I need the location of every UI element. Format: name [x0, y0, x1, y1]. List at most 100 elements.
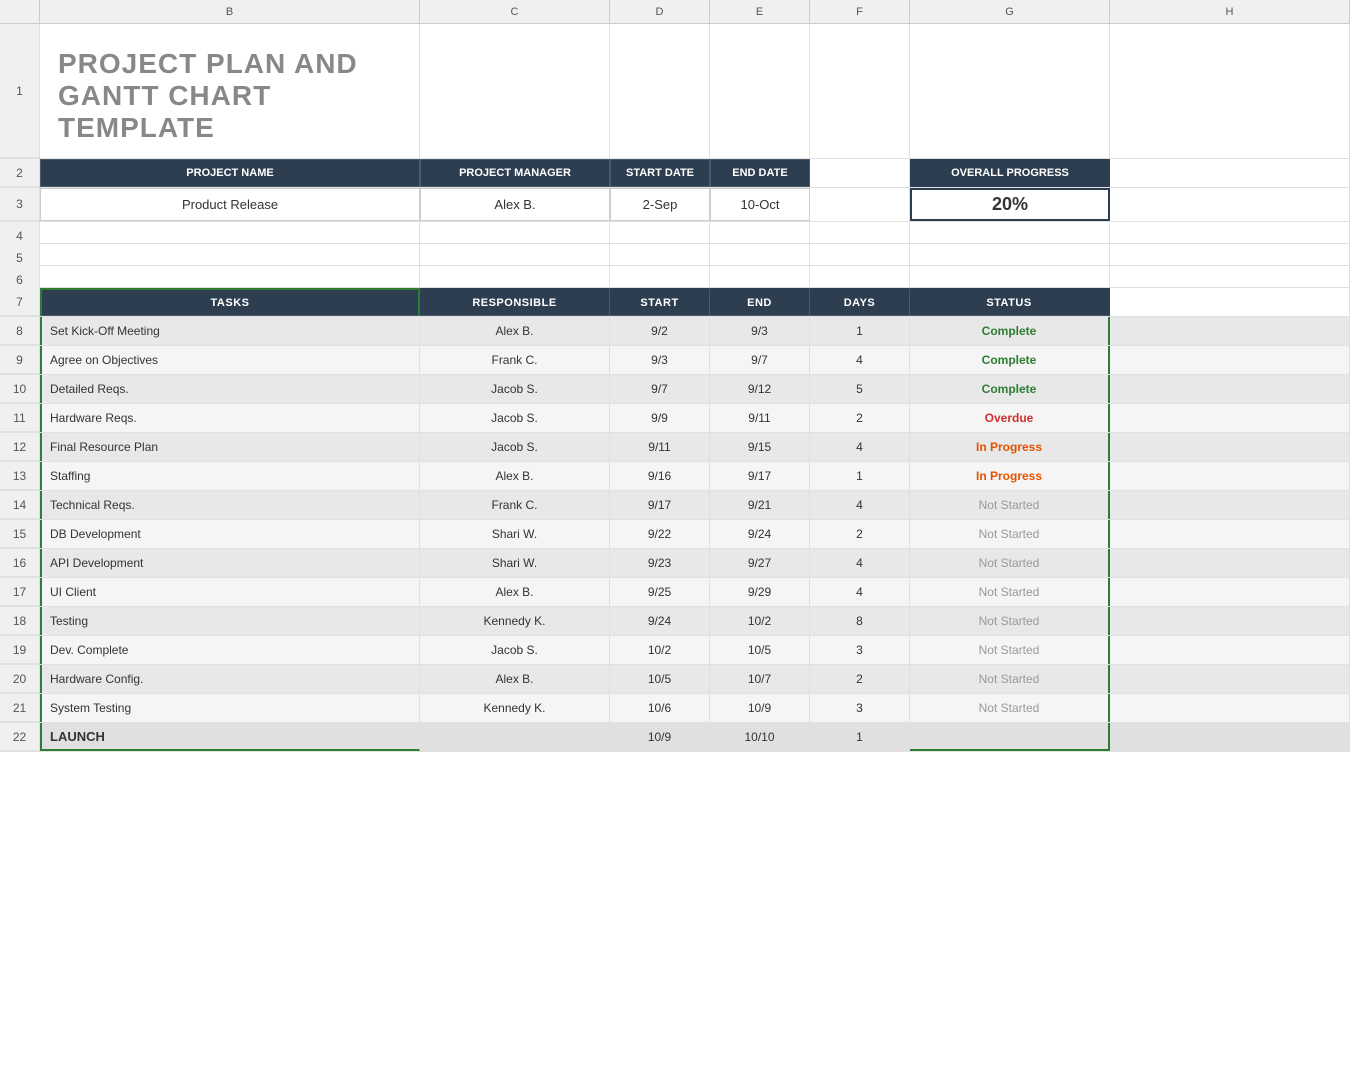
task-days-20: 2 — [810, 665, 910, 693]
task-end-9: 9/7 — [710, 346, 810, 374]
task-status-19: Not Started — [910, 636, 1110, 664]
task-status-17: Not Started — [910, 578, 1110, 606]
task-status-16: Not Started — [910, 549, 1110, 577]
info-header-progress: OVERALL PROGRESS — [910, 159, 1110, 187]
task-header-end: END — [710, 288, 810, 316]
row1-e — [710, 24, 810, 158]
info-val-manager: Alex B. — [420, 188, 610, 221]
row-num-19: 19 — [0, 636, 40, 664]
task-header-responsible: RESPONSIBLE — [420, 288, 610, 316]
task-name-14: Technical Reqs. — [40, 491, 420, 519]
row-title: 1 PROJECT PLAN AND GANTT CHART TEMPLATE — [0, 24, 1350, 159]
task-end-8: 9/3 — [710, 317, 810, 345]
task-status-12: In Progress — [910, 433, 1110, 461]
task-row-9: 9 Agree on Objectives Frank C. 9/3 9/7 4… — [0, 346, 1350, 375]
task-end-19: 10/5 — [710, 636, 810, 664]
task-start-21: 10/6 — [610, 694, 710, 722]
row-num-13: 13 — [0, 462, 40, 490]
task-status-10: Complete — [910, 375, 1110, 403]
info-val-project-name: Product Release — [40, 188, 420, 221]
row-num-14: 14 — [0, 491, 40, 519]
task-days-22: 1 — [810, 723, 910, 751]
task-end-18: 10/2 — [710, 607, 810, 635]
task-status-21: Not Started — [910, 694, 1110, 722]
task-name-22: LAUNCH — [40, 723, 420, 751]
row12-h — [1110, 433, 1350, 461]
row1-g — [910, 24, 1110, 158]
task-days-9: 4 — [810, 346, 910, 374]
info-val-start: 2-Sep — [610, 188, 710, 221]
row10-h — [1110, 375, 1350, 403]
task-status-11: Overdue — [910, 404, 1110, 432]
task-name-21: System Testing — [40, 694, 420, 722]
task-start-20: 10/5 — [610, 665, 710, 693]
task-start-14: 9/17 — [610, 491, 710, 519]
task-name-8: Set Kick-Off Meeting — [40, 317, 420, 345]
row13-h — [1110, 462, 1350, 490]
row-num-9: 9 — [0, 346, 40, 374]
task-days-16: 4 — [810, 549, 910, 577]
task-name-19: Dev. Complete — [40, 636, 420, 664]
row-5: 5 — [0, 244, 1350, 266]
task-days-13: 1 — [810, 462, 910, 490]
page-title: PROJECT PLAN AND GANTT CHART TEMPLATE — [48, 28, 411, 154]
row-num-15: 15 — [0, 520, 40, 548]
col-header-g: G — [910, 0, 1110, 23]
task-name-16: API Development — [40, 549, 420, 577]
row20-h — [1110, 665, 1350, 693]
row1-d — [610, 24, 710, 158]
task-start-15: 9/22 — [610, 520, 710, 548]
task-days-15: 2 — [810, 520, 910, 548]
info-header-start: START DATE — [610, 159, 710, 187]
info-header-manager: PROJECT MANAGER — [420, 159, 610, 187]
row-num-17: 17 — [0, 578, 40, 606]
task-row-8: 8 Set Kick-Off Meeting Alex B. 9/2 9/3 1… — [0, 317, 1350, 346]
task-name-12: Final Resource Plan — [40, 433, 420, 461]
task-status-18: Not Started — [910, 607, 1110, 635]
task-row-11: 11 Hardware Reqs. Jacob S. 9/9 9/11 2 Ov… — [0, 404, 1350, 433]
col-header-d: D — [610, 0, 710, 23]
task-days-17: 4 — [810, 578, 910, 606]
task-responsible-18: Kennedy K. — [420, 607, 610, 635]
task-status-14: Not Started — [910, 491, 1110, 519]
task-start-19: 10/2 — [610, 636, 710, 664]
row-num-2: 2 — [0, 159, 40, 187]
task-name-18: Testing — [40, 607, 420, 635]
task-row-12: 12 Final Resource Plan Jacob S. 9/11 9/1… — [0, 433, 1350, 462]
column-headers: B C D E F G H — [0, 0, 1350, 24]
task-responsible-9: Frank C. — [420, 346, 610, 374]
task-row-15: 15 DB Development Shari W. 9/22 9/24 2 N… — [0, 520, 1350, 549]
task-start-11: 9/9 — [610, 404, 710, 432]
row17-h — [1110, 578, 1350, 606]
task-end-13: 9/17 — [710, 462, 810, 490]
task-responsible-17: Alex B. — [420, 578, 610, 606]
row1-h — [1110, 24, 1350, 158]
col-header-h: H — [1110, 0, 1350, 23]
row3-f — [810, 188, 910, 221]
task-end-17: 9/29 — [710, 578, 810, 606]
task-start-22: 10/9 — [610, 723, 710, 751]
task-status-20: Not Started — [910, 665, 1110, 693]
task-end-20: 10/7 — [710, 665, 810, 693]
row-num-20: 20 — [0, 665, 40, 693]
task-header-days: DAYS — [810, 288, 910, 316]
task-row-22: 22 LAUNCH 10/9 10/10 1 — [0, 723, 1350, 752]
row22-h — [1110, 723, 1350, 751]
info-header-end: END DATE — [710, 159, 810, 187]
task-days-10: 5 — [810, 375, 910, 403]
row-tasks-header: 7 TASKS RESPONSIBLE START END DAYS STATU… — [0, 288, 1350, 317]
row9-h — [1110, 346, 1350, 374]
task-start-16: 9/23 — [610, 549, 710, 577]
task-row-10: 10 Detailed Reqs. Jacob S. 9/7 9/12 5 Co… — [0, 375, 1350, 404]
task-status-15: Not Started — [910, 520, 1110, 548]
task-days-21: 3 — [810, 694, 910, 722]
row8-h — [1110, 317, 1350, 345]
task-days-11: 2 — [810, 404, 910, 432]
row-info-values: 3 Product Release Alex B. 2-Sep 10-Oct 2… — [0, 188, 1350, 222]
task-name-13: Staffing — [40, 462, 420, 490]
task-start-10: 9/7 — [610, 375, 710, 403]
task-header-status: STATUS — [910, 288, 1110, 316]
task-responsible-13: Alex B. — [420, 462, 610, 490]
spreadsheet-container: B C D E F G H 1 PROJECT PLAN AND GANTT C… — [0, 0, 1350, 1082]
task-row-19: 19 Dev. Complete Jacob S. 10/2 10/5 3 No… — [0, 636, 1350, 665]
